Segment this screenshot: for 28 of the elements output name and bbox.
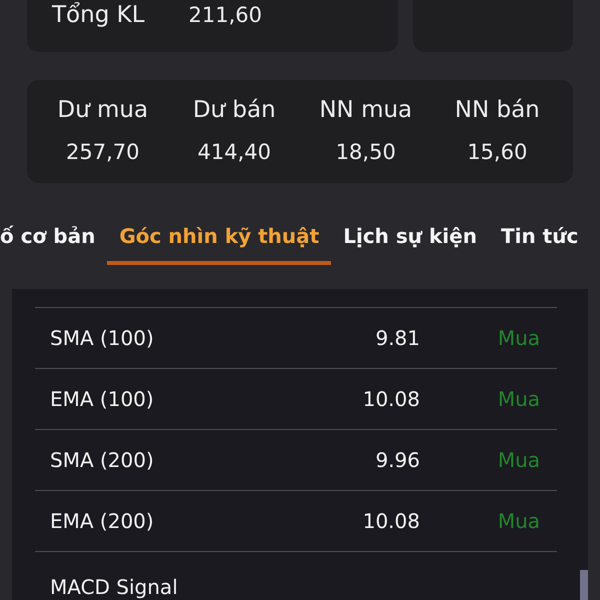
indicator-value: 10.08 <box>362 508 420 535</box>
scrollbar-thumb[interactable] <box>580 570 588 600</box>
indicator-value: 10.08 <box>362 386 420 413</box>
stat-value: 18,50 <box>336 139 396 165</box>
indicator-name: SMA (200) <box>50 447 155 474</box>
indicator-value: 9.81 <box>374 325 420 352</box>
stat-label: NN bán <box>454 96 540 125</box>
stat-label: Dư mua <box>57 96 148 125</box>
signal-text: Mua <box>496 386 540 413</box>
signal-text: Mua <box>496 325 540 352</box>
stat-value: 414,40 <box>198 139 271 165</box>
stat-label: Dư bán <box>192 96 276 125</box>
indicator-name: EMA (200) <box>50 508 155 535</box>
indicator-name: SMA (100) <box>50 325 155 352</box>
stat-label: Tổng KL <box>52 1 145 30</box>
stat-label: NN mua <box>319 96 412 125</box>
stat-value: 211,60 <box>188 2 262 29</box>
tab[interactable]: Lịch sự kiện <box>331 216 489 265</box>
tab[interactable]: Tin tức <box>488 216 590 265</box>
signal-text: Mua <box>496 447 540 474</box>
indicator-name: EMA (100) <box>50 386 155 413</box>
tab[interactable]: Góc nhìn kỹ thuật <box>107 216 332 265</box>
indicator-value: 9.96 <box>374 447 420 474</box>
stat-value: 257,70 <box>66 139 140 165</box>
indicator-name: MACD Signal <box>50 574 179 600</box>
tab[interactable]: ố cơ bản <box>0 216 108 265</box>
signal-text: Mua <box>496 508 540 535</box>
stat-value: 15,60 <box>467 139 528 165</box>
